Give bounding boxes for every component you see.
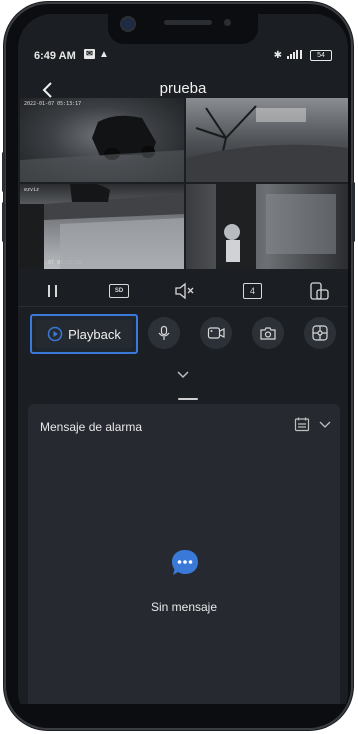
mute-button[interactable]	[172, 280, 198, 302]
playback-icon	[47, 326, 63, 342]
empty-message-icon	[170, 548, 200, 578]
camera-view-3[interactable]: ezviz 2022-01-07 05:13:18	[20, 184, 184, 269]
warning-icon: ▲	[99, 49, 109, 60]
sensor	[224, 19, 231, 26]
playback-button[interactable]: Playback	[30, 314, 138, 354]
split-view-button[interactable]: 4	[240, 280, 266, 302]
rotate-button[interactable]	[306, 280, 332, 302]
front-camera-icon	[122, 18, 134, 30]
drag-handle[interactable]	[178, 398, 198, 400]
ptz-button[interactable]	[304, 317, 336, 349]
speaker-grille	[164, 20, 212, 25]
alarm-panel: Mensaje de alarma Sin mensaje	[28, 404, 340, 704]
volume-up-button	[2, 152, 5, 192]
camera-view-1[interactable]: 2022-01-07 05:13:17	[20, 98, 184, 182]
playback-label: Playback	[68, 326, 121, 342]
screenshot-button[interactable]	[252, 317, 284, 349]
pause-icon	[48, 285, 57, 297]
message-icon: ✉	[84, 49, 95, 59]
app-screen: 6:49 AM ✉ ▲ ✱ 54 prueba 2022-01-07 05:13…	[18, 14, 348, 726]
ptz-icon	[312, 325, 328, 341]
phone-rotate-icon	[310, 282, 329, 300]
volume-down-button	[2, 202, 5, 242]
expand-button[interactable]	[174, 368, 192, 382]
live-controls: SD 4	[18, 276, 348, 307]
microphone-icon	[158, 325, 170, 340]
page-title: prueba	[159, 80, 207, 97]
chevron-down-icon	[177, 371, 189, 379]
camera-view-2[interactable]	[186, 98, 348, 182]
camera-icon	[260, 327, 276, 340]
collapse-button[interactable]	[318, 418, 332, 430]
status-time: 6:49 AM	[34, 50, 76, 62]
calendar-icon	[294, 417, 310, 432]
record-button[interactable]	[200, 317, 232, 349]
camera-grid: 2022-01-07 05:13:17 ezviz 2022-01-07 05:…	[18, 98, 348, 269]
camera-view-4[interactable]	[186, 184, 348, 269]
notch	[108, 14, 258, 44]
action-row: Playback	[18, 314, 348, 354]
system-nav-area	[18, 704, 348, 726]
battery-icon: 54	[310, 50, 332, 61]
chevron-down-icon	[319, 421, 331, 428]
alarm-panel-title: Mensaje de alarma	[40, 420, 143, 434]
status-bar: 6:49 AM ✉ ▲ ✱ 54	[18, 48, 348, 66]
calendar-button[interactable]	[294, 416, 310, 432]
record-video-icon	[207, 327, 225, 339]
split-view-label: 4	[243, 283, 262, 299]
phone-frame: 6:49 AM ✉ ▲ ✱ 54 prueba 2022-01-07 05:13…	[2, 2, 355, 730]
power-button	[352, 182, 355, 242]
quality-button[interactable]: SD	[106, 280, 132, 302]
quality-label: SD	[109, 284, 129, 298]
empty-message-text: Sin mensaje	[150, 600, 218, 614]
signal-icon	[287, 49, 305, 62]
talk-button[interactable]	[148, 317, 180, 349]
pause-button[interactable]	[40, 280, 66, 302]
speaker-muted-icon	[175, 282, 194, 300]
bluetooth-icon: ✱	[273, 50, 282, 61]
